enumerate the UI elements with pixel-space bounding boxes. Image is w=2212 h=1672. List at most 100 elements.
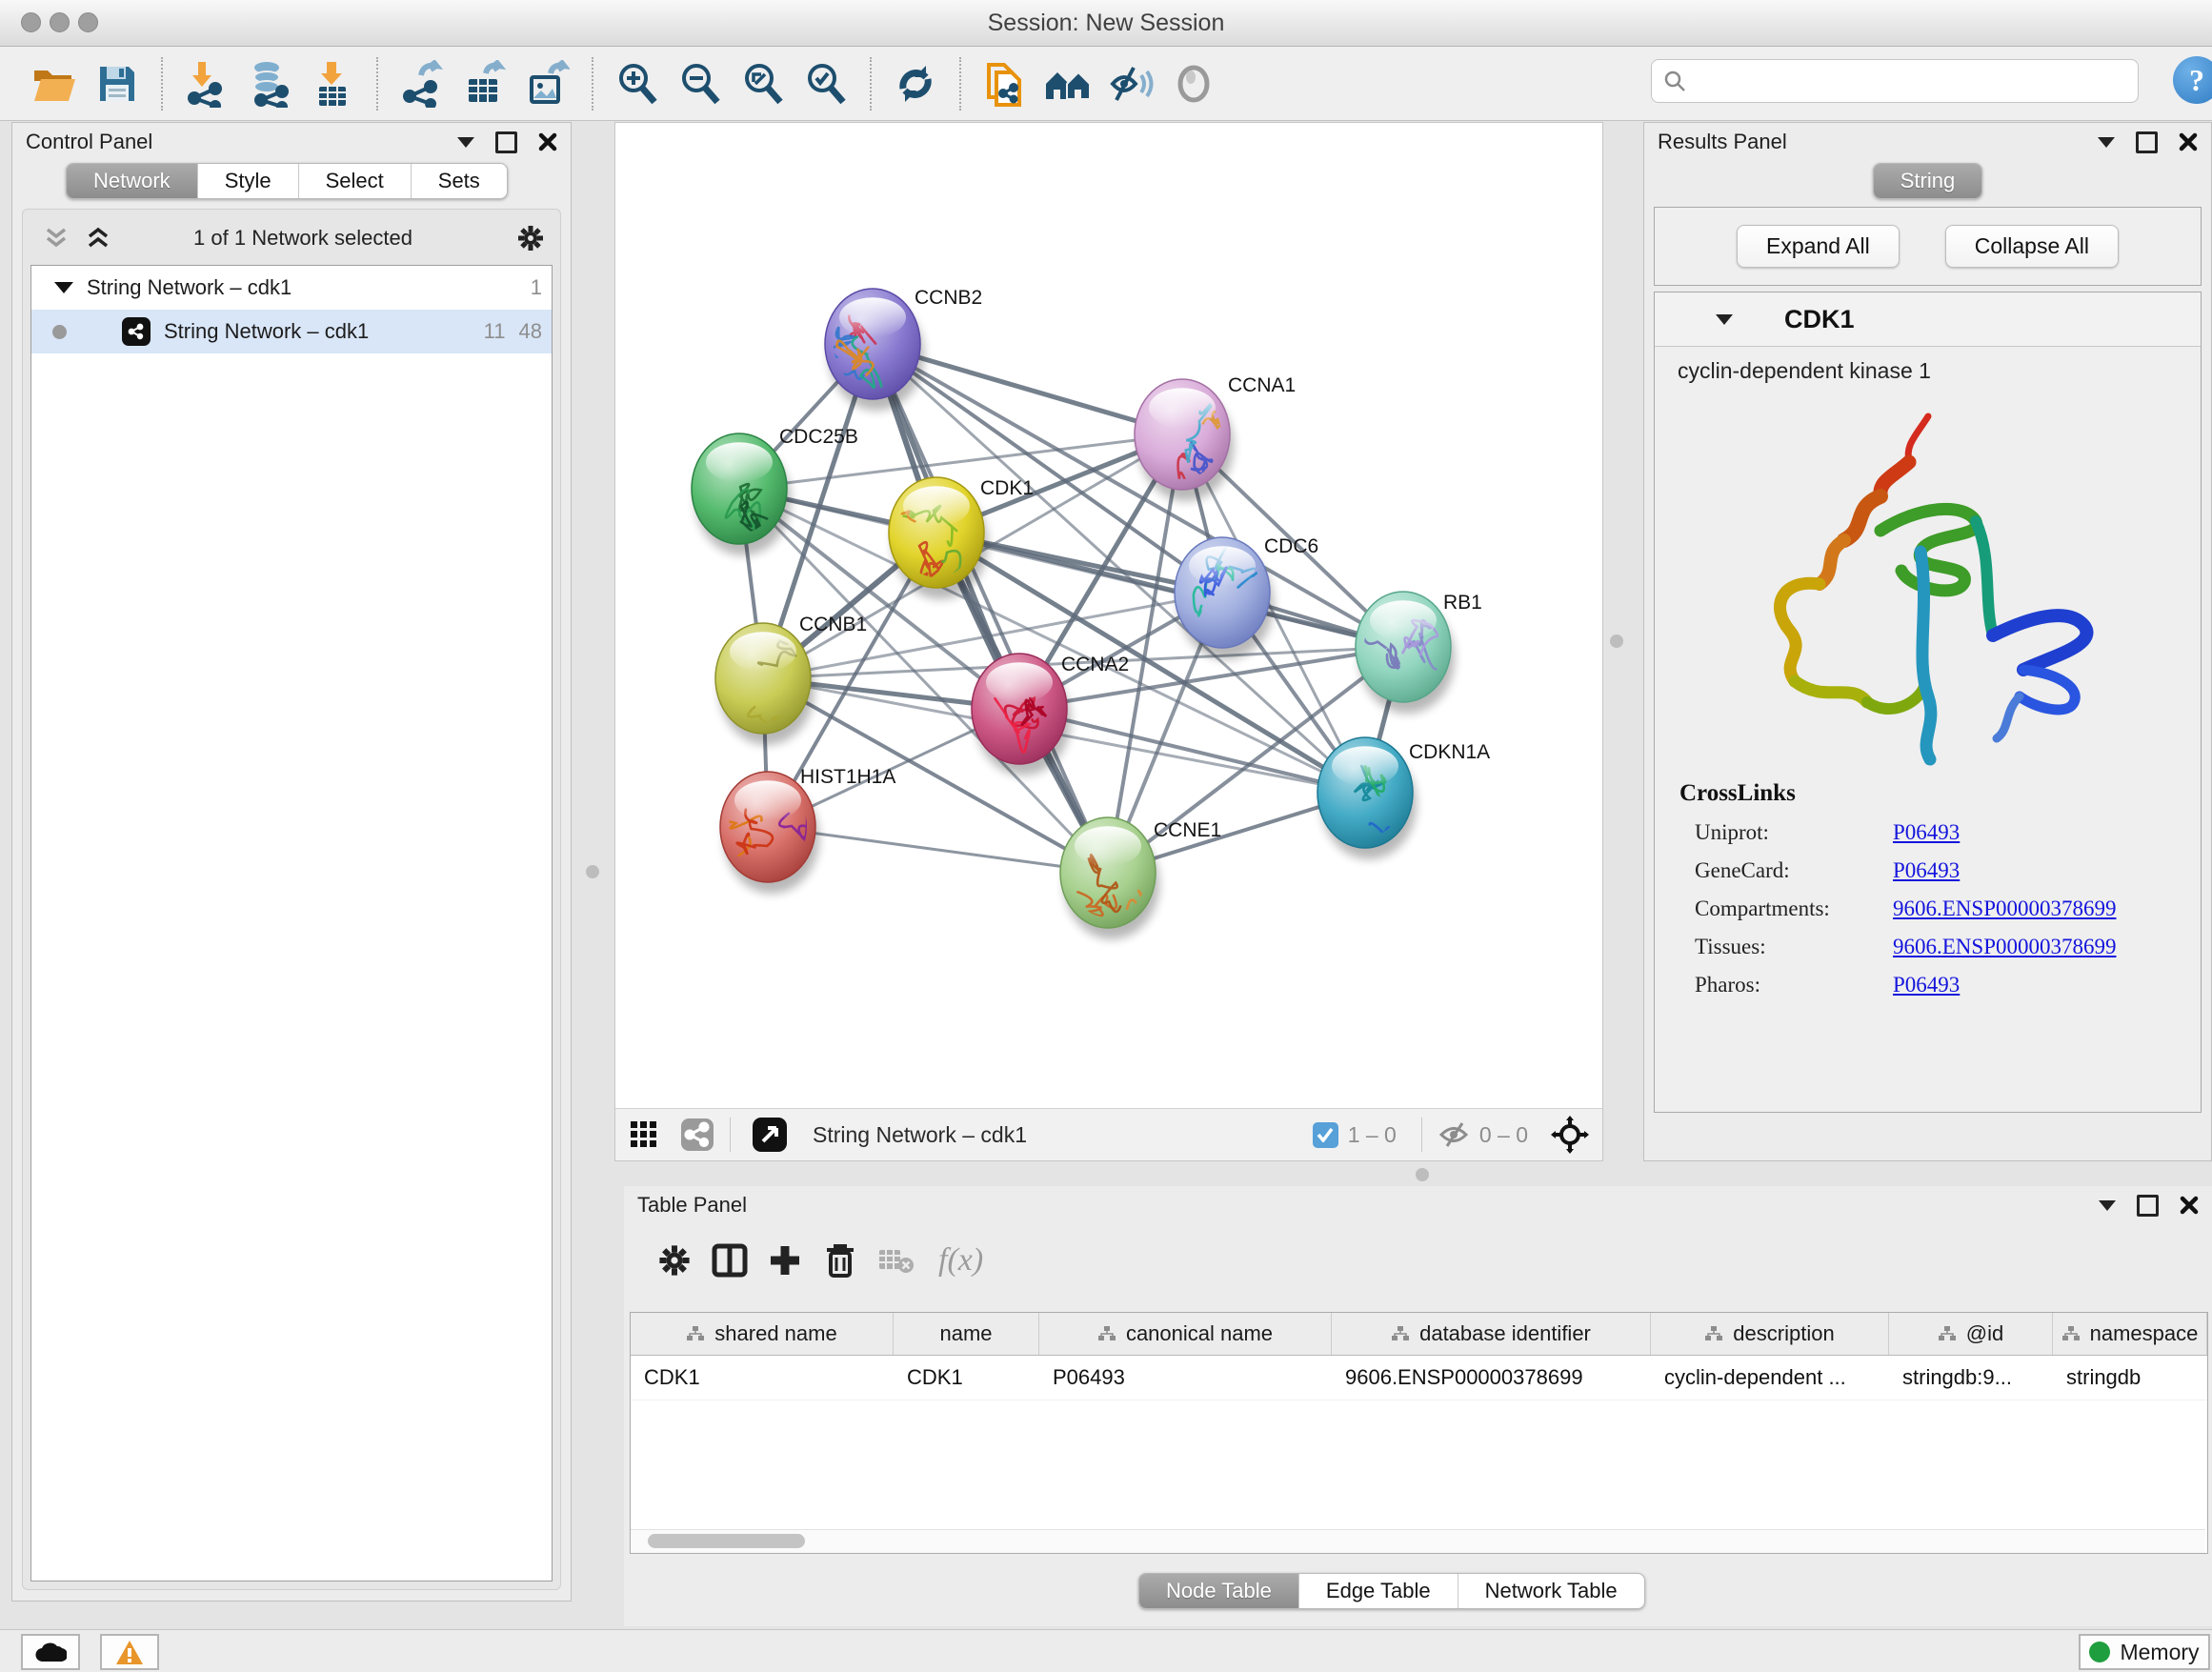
panel-float-button[interactable] [2136,131,2158,153]
network-node-HIST1H1A[interactable] [720,772,815,882]
apply-layout-button[interactable] [889,56,942,111]
toolbar-separator [959,57,961,111]
column-header-canonical-name[interactable]: canonical name [1039,1313,1332,1355]
table-cell[interactable]: stringdb [2053,1356,2207,1400]
global-search-field[interactable] [1651,59,2139,103]
panel-menu-button[interactable] [2099,1200,2116,1211]
crosslink-compartments[interactable]: 9606.ENSP00000378699 [1893,896,2117,921]
column-header-description[interactable]: description [1651,1313,1889,1355]
column-header--id[interactable]: @id [1889,1313,2053,1355]
network-node-CDC6[interactable] [1175,537,1270,648]
table-row[interactable]: CDK1CDK1P064939606.ENSP00000378699cyclin… [631,1356,2207,1400]
collapse-all-button[interactable]: Collapse All [1945,225,2119,268]
panel-close-button[interactable] [2179,132,2198,151]
table-cell[interactable]: CDK1 [894,1356,1039,1400]
import-network-button[interactable] [180,56,233,111]
network-status-dot [52,325,67,339]
show-columns-button[interactable] [702,1237,757,1284]
birdseye-view-button[interactable] [752,1117,788,1153]
network-collection-row[interactable]: String Network – cdk1 1 [31,266,552,310]
crosslink-tissues[interactable]: 9606.ENSP00000378699 [1893,935,2117,959]
column-header-namespace[interactable]: namespace [2053,1313,2207,1355]
grid-view-button[interactable] [629,1119,659,1150]
search-input[interactable] [1694,68,2138,94]
memory-button[interactable]: Memory [2079,1634,2210,1670]
tab-sets[interactable]: Sets [412,164,507,198]
splitter-handle[interactable] [586,865,599,878]
scrollbar-thumb[interactable] [648,1534,805,1548]
table-cell[interactable]: P06493 [1039,1356,1332,1400]
warnings-button[interactable] [100,1634,159,1670]
columns-icon [711,1241,749,1279]
zoom-fit-button[interactable] [736,56,790,111]
panel-float-button[interactable] [495,131,517,153]
network-node-CCNB1[interactable] [715,609,811,734]
tab-select[interactable]: Select [299,164,412,198]
crosslink-genecard[interactable]: P06493 [1893,858,1960,883]
tab-style[interactable]: Style [198,164,299,198]
table-cell[interactable]: cyclin-dependent ... [1651,1356,1889,1400]
panel-menu-button[interactable] [457,137,474,148]
panel-close-button[interactable] [2180,1196,2199,1215]
network-node-CDC25B[interactable] [692,433,787,544]
expand-all-networks-button[interactable] [86,227,111,250]
export-table-button[interactable] [458,56,512,111]
panel-menu-button[interactable] [2098,137,2115,148]
tab-node-table[interactable]: Node Table [1139,1574,1299,1608]
delete-column-button[interactable] [813,1237,868,1284]
create-column-button[interactable] [757,1237,813,1284]
tab-network-table[interactable]: Network Table [1458,1574,1644,1608]
double-chevron-down-icon [44,227,69,250]
network-options-button[interactable] [516,224,545,252]
column-header-database-identifier[interactable]: database identifier [1332,1313,1651,1355]
zoom-selected-button[interactable] [799,56,853,111]
cloud-status-button[interactable] [21,1634,80,1670]
gene-section-header[interactable]: CDK1 [1655,292,2201,347]
import-network-from-database-button[interactable] [243,56,296,111]
table-cell[interactable]: CDK1 [631,1356,894,1400]
network-row[interactable]: String Network – cdk1 11 48 [31,310,552,353]
table-cell[interactable]: 9606.ENSP00000378699 [1332,1356,1651,1400]
collection-count: 1 [531,275,542,300]
import-table-button[interactable] [306,56,359,111]
network-edge[interactable] [936,533,1403,647]
table-options-button[interactable] [647,1237,702,1284]
collapse-all-networks-button[interactable] [44,227,69,250]
save-session-button[interactable] [90,56,144,111]
tab-string-results[interactable]: String [1874,164,1981,198]
horizontal-scrollbar[interactable] [631,1529,2205,1553]
tab-network[interactable]: Network [67,164,198,198]
network-node-CCNA2[interactable] [972,654,1067,764]
zoom-out-button[interactable] [674,56,727,111]
open-session-button[interactable] [28,56,81,111]
tree-expand-icon[interactable] [54,282,73,293]
table-cell[interactable]: stringdb:9... [1889,1356,2053,1400]
network-app-button[interactable] [680,1118,714,1152]
panel-float-button[interactable] [2137,1195,2159,1217]
hide-selected-button[interactable] [1104,56,1157,111]
crosslink-pharos[interactable]: P06493 [1893,973,1960,997]
column-header-name[interactable]: name [894,1313,1039,1355]
column-header-label: shared name [714,1321,836,1346]
selected-indicator-checkbox[interactable] [1313,1122,1338,1148]
network-node-RB1[interactable] [1356,592,1451,702]
column-header-shared-name[interactable]: shared name [631,1313,894,1355]
crosslink-uniprot[interactable]: P06493 [1893,820,1960,845]
splitter-handle[interactable] [1416,1168,1429,1181]
tab-edge-table[interactable]: Edge Table [1299,1574,1458,1608]
panel-close-button[interactable] [538,132,557,151]
delete-table-button-disabled [868,1237,923,1284]
export-image-button[interactable] [521,56,574,111]
network-edge[interactable] [873,344,1108,873]
show-hidden-button[interactable] [1167,56,1220,111]
network-canvas[interactable]: CCNB2CCNA1CDC25BCDK1CDC6RB1CCNB1CCNA2CDK… [615,123,1602,1108]
copy-network-button[interactable] [978,56,1032,111]
export-network-button[interactable] [395,56,449,111]
splitter-handle[interactable] [1610,635,1623,648]
show-all-networks-button[interactable] [1041,56,1095,111]
zoom-in-button[interactable] [611,56,664,111]
fit-content-button[interactable] [1551,1116,1589,1154]
close-icon [2180,1196,2199,1215]
hidden-indicator [1438,1121,1470,1148]
expand-all-button[interactable]: Expand All [1737,225,1900,268]
